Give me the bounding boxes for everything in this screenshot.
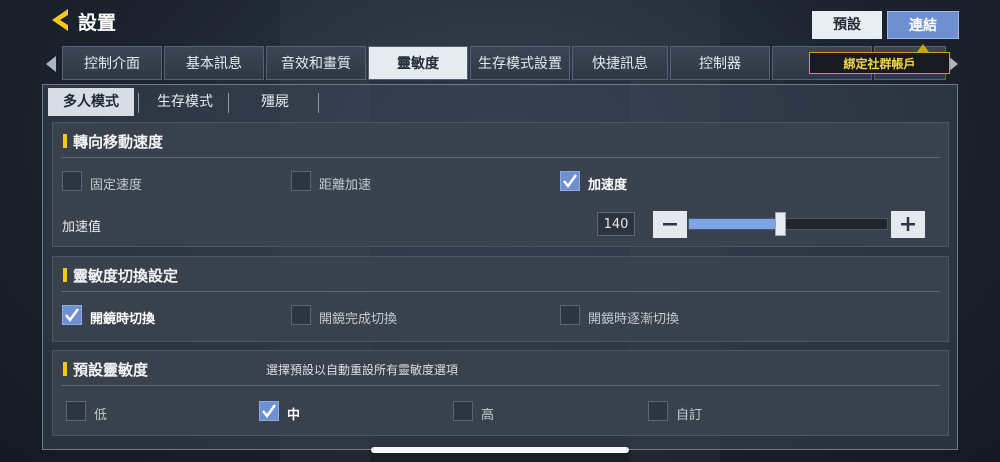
distance-accel-checkbox[interactable] <box>291 171 311 191</box>
preset-medium-checkbox[interactable] <box>259 401 279 421</box>
increase-button[interactable] <box>891 211 925 238</box>
back-button[interactable] <box>48 7 74 33</box>
preset-low-checkbox[interactable] <box>66 401 86 421</box>
tab-sensitivity[interactable]: 靈敏度 <box>368 46 468 80</box>
preset-custom-checkbox[interactable] <box>648 401 668 421</box>
preset-medium-label: 中 <box>287 408 301 423</box>
plus-icon <box>901 217 915 231</box>
section-divider <box>61 157 940 158</box>
section-title: 預設靈敏度 <box>63 359 148 380</box>
fixed-speed-label: 固定速度 <box>90 178 143 193</box>
accel-slider-track[interactable] <box>688 218 888 230</box>
ads-switch-label: 開鏡時切換 <box>90 312 156 327</box>
minus-icon <box>663 223 677 226</box>
preset-button[interactable]: 預設 <box>812 11 882 39</box>
tab-basic-info[interactable]: 基本訊息 <box>164 46 264 80</box>
ads-complete-switch-checkbox[interactable] <box>291 305 311 325</box>
section-title: 靈敏度切換設定 <box>63 265 178 286</box>
preset-high-label: 高 <box>481 408 495 423</box>
subtab-divider <box>318 93 319 113</box>
preset-low-label: 低 <box>94 408 108 423</box>
home-indicator <box>371 447 629 453</box>
ads-complete-switch-label: 開鏡完成切換 <box>319 312 398 327</box>
preset-sensitivity-section: 預設靈敏度 <box>52 350 949 436</box>
back-arrow-icon <box>52 9 68 31</box>
tab-quick-message[interactable]: 快捷訊息 <box>572 46 668 80</box>
tab-audio-graphics[interactable]: 音效和畫質 <box>266 46 366 80</box>
tab-controller[interactable]: 控制器 <box>670 46 770 80</box>
bind-account-tooltip[interactable]: 綁定社群帳戶 <box>809 52 950 74</box>
fixed-speed-checkbox[interactable] <box>62 171 82 191</box>
subtab-divider <box>228 93 229 113</box>
tab-survival-settings[interactable]: 生存模式設置 <box>470 46 570 80</box>
check-icon <box>65 308 80 323</box>
tooltip-pointer <box>917 44 929 52</box>
section-divider <box>61 385 940 386</box>
subtab-divider <box>138 93 139 113</box>
acceleration-label: 加速度 <box>588 178 628 193</box>
section-divider <box>61 291 940 292</box>
top-bar: 設置 預設 連結 <box>0 0 1000 44</box>
accel-value-label: 加速值 <box>62 220 102 235</box>
check-icon <box>563 174 578 189</box>
sensitivity-switch-section: 靈敏度切換設定 <box>52 256 949 342</box>
preset-high-checkbox[interactable] <box>453 401 473 421</box>
acceleration-checkbox[interactable] <box>560 171 580 191</box>
connect-button[interactable]: 連結 <box>887 11 959 39</box>
subtab-survival[interactable]: 生存模式 <box>142 88 228 116</box>
preset-hint-text: 選擇預設以自動重設所有靈敏度選項 <box>266 363 459 377</box>
accel-slider-fill <box>689 219 781 229</box>
ads-gradual-switch-checkbox[interactable] <box>560 305 580 325</box>
subtab-multiplayer[interactable]: 多人模式 <box>48 88 134 116</box>
ads-gradual-switch-label: 開鏡時逐漸切換 <box>588 312 680 327</box>
accel-slider-thumb[interactable] <box>775 212 786 236</box>
decrease-button[interactable] <box>653 211 687 238</box>
tab-control-ui[interactable]: 控制介面 <box>62 46 162 80</box>
distance-accel-label: 距離加速 <box>319 178 372 193</box>
section-title: 轉向移動速度 <box>63 131 163 152</box>
page-title: 設置 <box>78 12 117 34</box>
tab-scroll-left-icon[interactable] <box>44 54 58 74</box>
check-icon <box>262 404 277 419</box>
accel-value-field[interactable]: 140 <box>597 212 635 236</box>
ads-switch-checkbox[interactable] <box>62 305 82 325</box>
preset-custom-label: 自訂 <box>676 408 703 423</box>
subtab-zombies[interactable]: 殭屍 <box>232 88 318 116</box>
